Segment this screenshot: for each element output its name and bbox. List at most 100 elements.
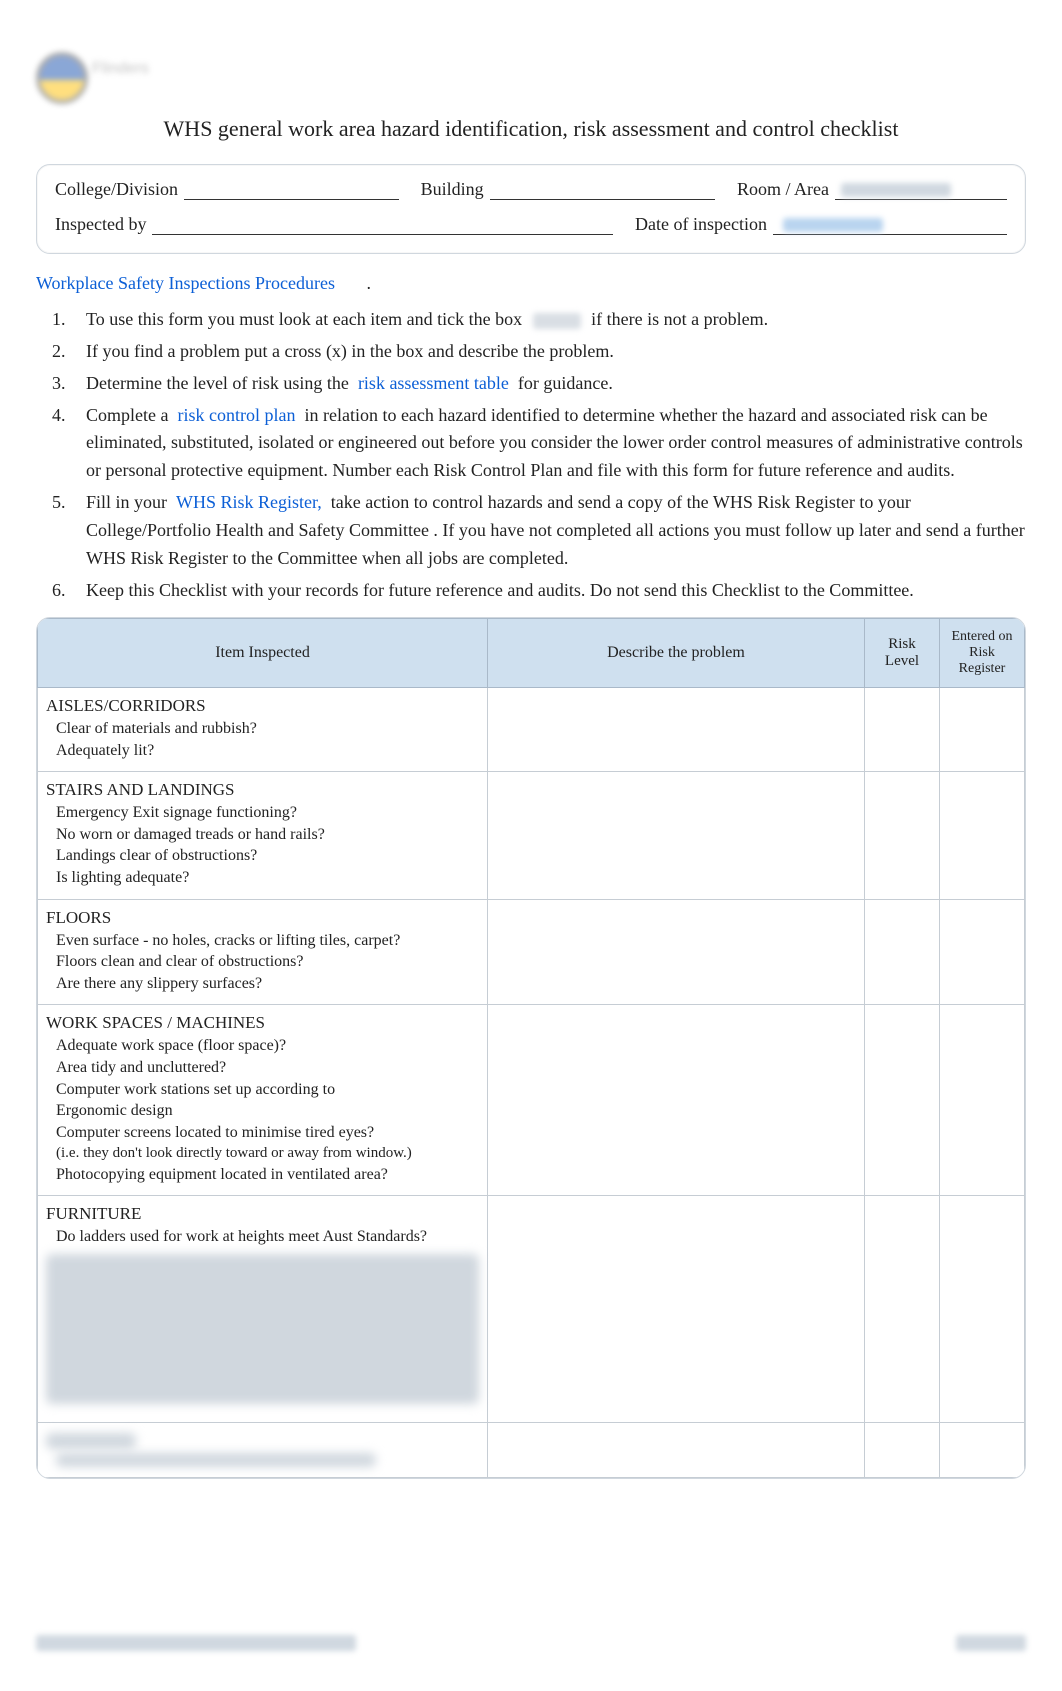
checklist-table: Item Inspected Describe the problem Risk… [37, 618, 1025, 1478]
item-text: Computer screens located to minimise tir… [56, 1122, 447, 1144]
checklist-item: (i.e. they don't look directly toward or… [56, 1143, 479, 1163]
item-text: Ergonomic design [56, 1100, 447, 1122]
link-whs-risk-register[interactable]: WHS Risk Register, [176, 492, 322, 512]
instruction-4: 4. Complete a risk control plan in relat… [52, 400, 1026, 488]
section-items: Even surface - no holes, cracks or lifti… [38, 930, 487, 1005]
checklist-item: Computer work stations set up according … [56, 1079, 479, 1101]
item-text: (i.e. they don't look directly toward or… [56, 1143, 447, 1163]
label-inspected-by: Inspected by [55, 214, 146, 235]
checklist-item: No worn or damaged treads or hand rails? [56, 824, 479, 846]
instruction-1: 1. To use this form you must look at eac… [52, 304, 1026, 336]
section-heading: FURNITURE [38, 1196, 487, 1226]
cell-entered-on-register[interactable] [940, 1196, 1025, 1423]
link-risk-assessment-table[interactable]: risk assessment table [358, 373, 509, 393]
page: Flinders WHS general work area hazard id… [0, 0, 1062, 1691]
label-room-area: Room / Area [737, 179, 829, 200]
cell-describe-problem[interactable] [488, 899, 865, 1005]
instruction-3: 3. Determine the level of risk using the… [52, 368, 1026, 400]
label-date-of-inspection: Date of inspection [635, 214, 767, 235]
cell-entered-on-register[interactable] [940, 772, 1025, 899]
instr-3b: for guidance. [518, 373, 613, 393]
field-date-of-inspection[interactable] [773, 216, 1007, 235]
item-text: Emergency Exit signage functioning? [56, 802, 447, 824]
instr-6: Keep this Checklist with your records fo… [86, 577, 1026, 605]
period: . [366, 273, 371, 293]
cell-risk-level[interactable] [865, 688, 940, 772]
item-text: Photocopying equipment located in ventil… [56, 1164, 447, 1186]
table-section: AISLES/CORRIDORSClear of materials and r… [38, 688, 1025, 772]
logo-text: Flinders [92, 60, 149, 78]
cell-risk-level[interactable] [865, 1196, 940, 1423]
th-entered-on-register: Entered on Risk Register [940, 618, 1025, 687]
item-text: Floors clean and clear of obstructions? [56, 951, 447, 973]
checklist-item: Do ladders used for work at heights meet… [56, 1226, 479, 1248]
instr-2: If you find a problem put a cross (x) in… [86, 338, 1026, 366]
section-heading: AISLES/CORRIDORS [38, 688, 487, 718]
redacted-text [783, 218, 883, 232]
cell-describe-problem[interactable] [488, 688, 865, 772]
item-text: Clear of materials and rubbish? [56, 718, 447, 740]
label-building: Building [421, 179, 484, 200]
item-text: Even surface - no holes, cracks or lifti… [56, 930, 447, 952]
instr-1a: To use this form you must look at each i… [86, 309, 522, 329]
link-procedures[interactable]: Workplace Safety Inspections Procedures [36, 273, 335, 293]
table-section [38, 1422, 1025, 1477]
checklist-item: Photocopying equipment located in ventil… [56, 1164, 479, 1186]
th-risk-level: Risk Level [865, 618, 940, 687]
cell-entered-on-register[interactable] [940, 1005, 1025, 1196]
footer [36, 1635, 1026, 1651]
table-section: FLOORSEven surface - no holes, cracks or… [38, 899, 1025, 1005]
cell-describe-problem[interactable] [488, 1422, 865, 1477]
cell-entered-on-register[interactable] [940, 899, 1025, 1005]
item-text: Is lighting adequate? [56, 867, 447, 889]
section-items: Do ladders used for work at heights meet… [38, 1226, 487, 1422]
redacted-footer-left [36, 1635, 356, 1651]
cell-risk-level[interactable] [865, 772, 940, 899]
instructions: Workplace Safety Inspections Procedures … [36, 270, 1026, 607]
checklist-item: Is lighting adequate? [56, 867, 479, 889]
cell-describe-problem[interactable] [488, 1005, 865, 1196]
checklist-item: Area tidy and uncluttered? [56, 1057, 479, 1079]
item-text: Are there any slippery surfaces? [56, 973, 447, 995]
redacted-text [56, 1453, 376, 1467]
cell-risk-level[interactable] [865, 1422, 940, 1477]
redacted-text [46, 1433, 136, 1449]
field-inspected-by[interactable] [152, 216, 613, 235]
instr-4a: Complete a [86, 405, 168, 425]
instruction-5: 5. Fill in your WHS Risk Register, take … [52, 487, 1026, 575]
info-box: College/Division Building Room / Area In… [36, 164, 1026, 254]
section-heading: FLOORS [38, 900, 487, 930]
label-college-division: College/Division [55, 179, 178, 200]
section-items: Emergency Exit signage functioning?No wo… [38, 802, 487, 898]
section-items [38, 1453, 487, 1477]
cell-describe-problem[interactable] [488, 772, 865, 899]
section-heading: WORK SPACES / MACHINES [38, 1005, 487, 1035]
item-text: Adequately lit? [56, 740, 447, 762]
checklist-item: Emergency Exit signage functioning? [56, 802, 479, 824]
logo-icon [36, 52, 88, 104]
instr-5a: Fill in your [86, 492, 167, 512]
checklist-table-wrap: Item Inspected Describe the problem Risk… [36, 617, 1026, 1479]
field-room-area[interactable] [835, 181, 1007, 200]
field-college-division[interactable] [184, 181, 399, 200]
logo: Flinders [36, 40, 176, 110]
cell-risk-level[interactable] [865, 1005, 940, 1196]
field-building[interactable] [490, 181, 715, 200]
instr-1b: if there is not a problem. [591, 309, 768, 329]
checklist-item: Are there any slippery surfaces? [56, 973, 479, 995]
redacted-footer-right [956, 1635, 1026, 1651]
item-text: Computer work stations set up according … [56, 1079, 447, 1101]
cell-risk-level[interactable] [865, 899, 940, 1005]
cell-describe-problem[interactable] [488, 1196, 865, 1423]
checklist-item: Ergonomic design [56, 1100, 479, 1122]
instr-3a: Determine the level of risk using the [86, 373, 349, 393]
table-section: WORK SPACES / MACHINES Adequate work spa… [38, 1005, 1025, 1196]
cell-entered-on-register[interactable] [940, 688, 1025, 772]
instruction-2: 2. If you find a problem put a cross (x)… [52, 336, 1026, 368]
link-risk-control-plan[interactable]: risk control plan [177, 405, 295, 425]
checklist-item: Clear of materials and rubbish? [56, 718, 479, 740]
cell-entered-on-register[interactable] [940, 1422, 1025, 1477]
section-heading: STAIRS AND LANDINGS [38, 772, 487, 802]
page-title: WHS general work area hazard identificat… [36, 116, 1026, 142]
section-items: Clear of materials and rubbish?Adequatel… [38, 718, 487, 771]
